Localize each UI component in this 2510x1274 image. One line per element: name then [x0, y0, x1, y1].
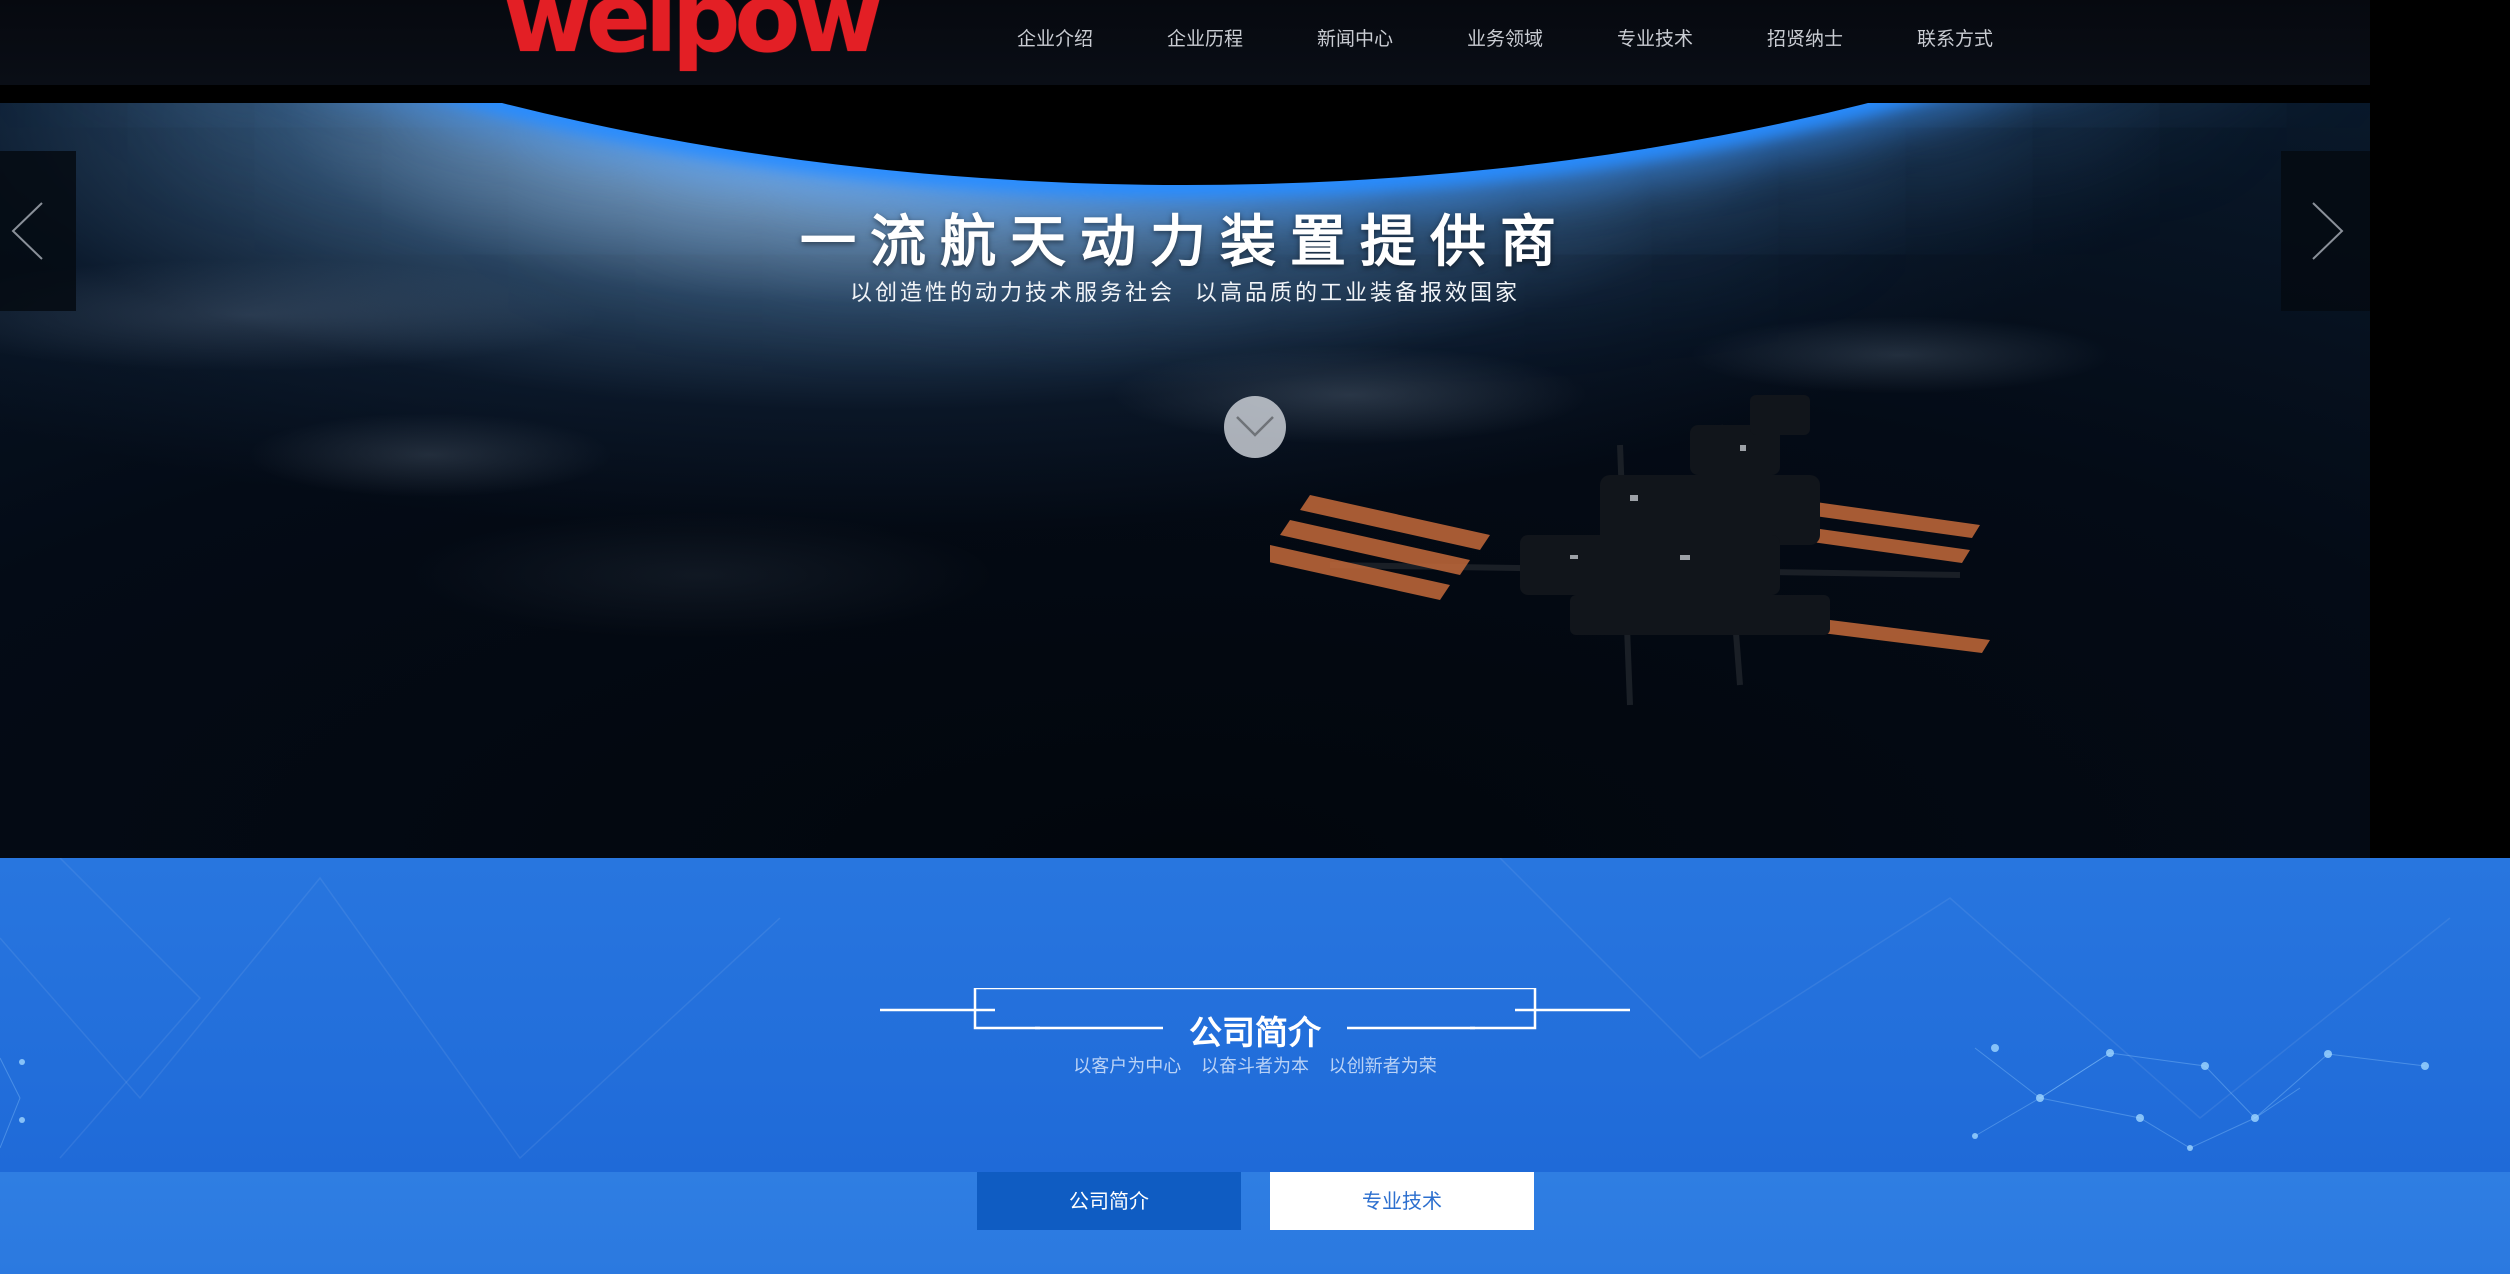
chevron-down-icon [1236, 416, 1274, 437]
brand-logo[interactable]: weipow [503, 0, 883, 66]
carousel-prev-button[interactable] [0, 151, 76, 311]
space-backdrop [0, 85, 2370, 103]
section-subtitle: 以客户为中心 以奋斗者为本 以创新者为荣 [1073, 1056, 1437, 1077]
site-header: weipow 企业介绍 企业历程 新闻中心 业务领域 专业技术 招贤纳士 联系方… [0, 0, 2370, 85]
carousel-next-button[interactable] [2281, 151, 2370, 311]
space-station-image [1270, 395, 1990, 706]
nav-item-contact[interactable]: 联系方式 [1880, 0, 2030, 78]
page-side-gutter [2370, 0, 2510, 858]
chevron-right-icon [2312, 202, 2344, 260]
tabs-bar: 公司简介 专业技术 [0, 1172, 2510, 1274]
chevron-left-icon [11, 202, 43, 260]
nav-item-history[interactable]: 企业历程 [1130, 0, 1280, 78]
nav-item-business[interactable]: 业务领域 [1430, 0, 1580, 78]
about-section: 公司简介 以客户为中心 以奋斗者为本 以创新者为荣 [0, 858, 2510, 1172]
hero-banner: 一流航天动力装置提供商 以创造性的动力技术服务社会 以高品质的工业装备报效国家 [0, 85, 2370, 858]
nav-item-company-intro[interactable]: 企业介绍 [980, 0, 1130, 78]
section-title: 公司简介 [1189, 1013, 1321, 1052]
scroll-down-button[interactable] [1224, 396, 1286, 458]
hero-subtitle: 以创造性的动力技术服务社会 以高品质的工业装备报效国家 [850, 281, 1520, 306]
main-nav: 企业介绍 企业历程 新闻中心 业务领域 专业技术 招贤纳士 联系方式 [980, 0, 2030, 78]
nav-item-careers[interactable]: 招贤纳士 [1730, 0, 1880, 78]
tab-technology[interactable]: 专业技术 [1270, 1172, 1534, 1230]
hero-title: 一流航天动力装置提供商 [800, 210, 1570, 275]
tab-company-intro[interactable]: 公司简介 [977, 1172, 1241, 1230]
nav-item-technology[interactable]: 专业技术 [1580, 0, 1730, 78]
nav-item-news[interactable]: 新闻中心 [1280, 0, 1430, 78]
